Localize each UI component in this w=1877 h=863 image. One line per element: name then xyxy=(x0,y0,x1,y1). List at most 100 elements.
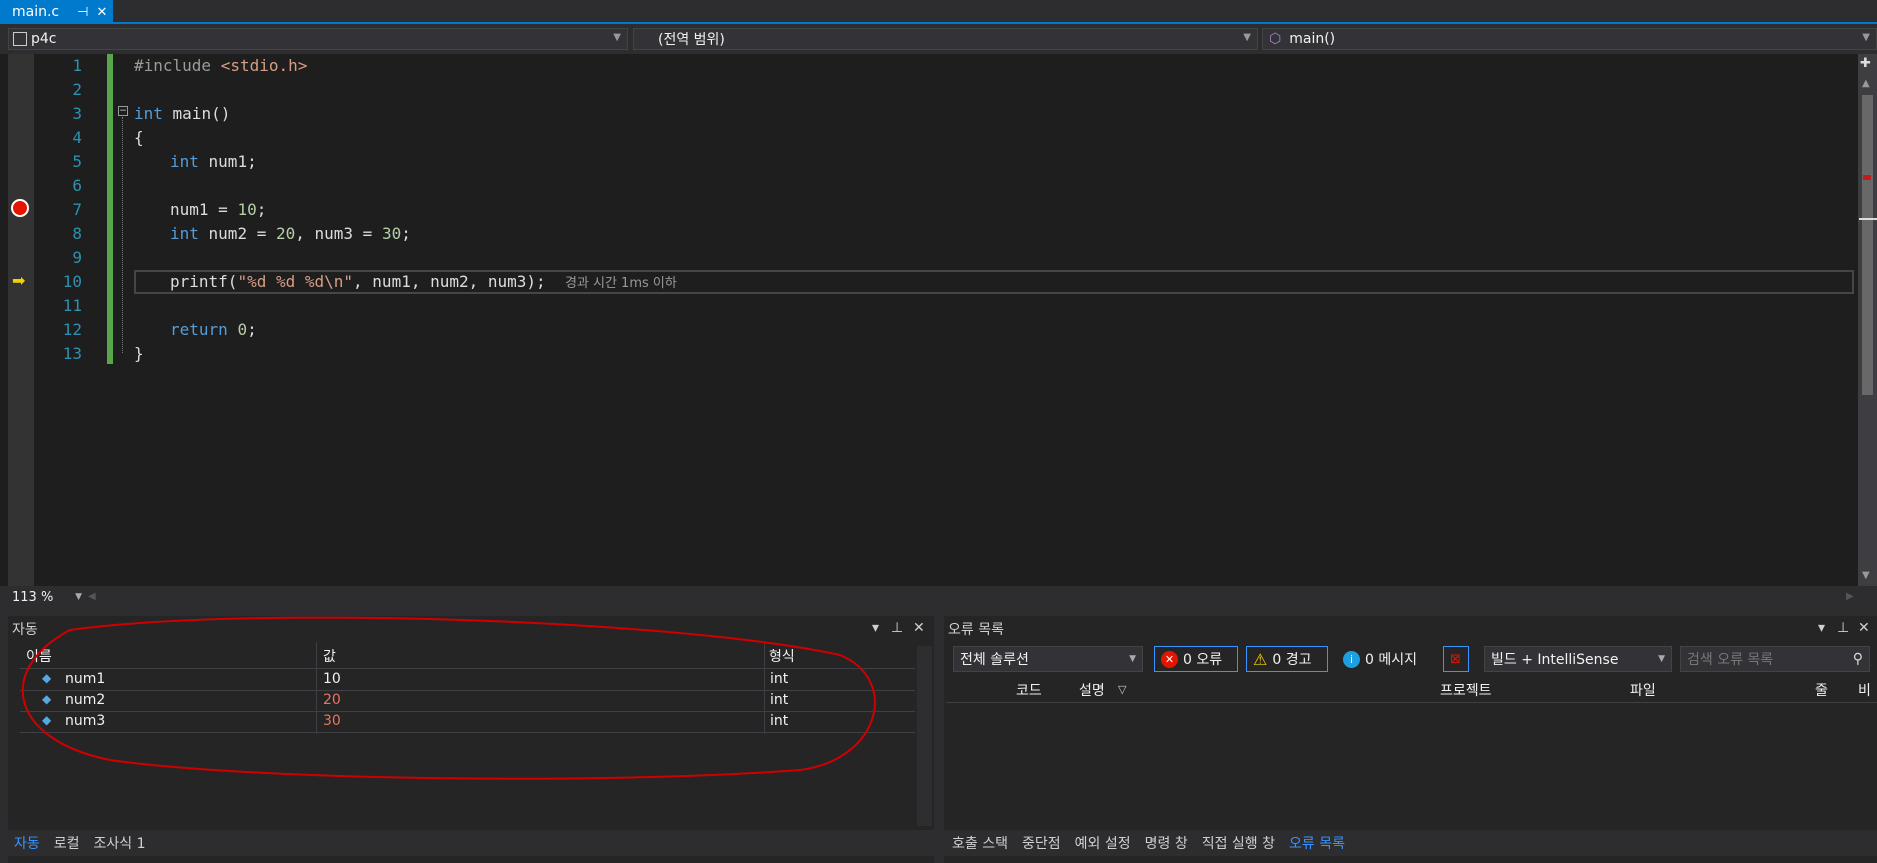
outline-guide xyxy=(122,117,123,353)
function-icon: ⬡ xyxy=(1269,31,1282,47)
scroll-left-icon[interactable]: ◀ xyxy=(88,591,96,602)
chevron-down-icon: ▼ xyxy=(1862,32,1870,43)
tab-command-window[interactable]: 명령 창 xyxy=(1145,833,1188,853)
tab-immediate-window[interactable]: 직접 실행 창 xyxy=(1202,833,1275,853)
warnings-count: 0 경고 xyxy=(1272,652,1312,668)
line-number: 11 xyxy=(62,296,82,315)
errors-filter-button[interactable]: ✕ 0 오류 xyxy=(1154,646,1238,672)
scope-filter-value: 전체 솔루션 xyxy=(960,652,1029,668)
line-number: 7 xyxy=(72,200,82,219)
tab-watch-1[interactable]: 조사식 1 xyxy=(94,833,146,853)
pin-icon[interactable]: ⊥ xyxy=(1837,620,1849,636)
autos-bottom-tabs: 자동 로컬 조사식 1 xyxy=(8,830,934,856)
column-header-file[interactable]: 파일 xyxy=(1630,680,1656,700)
scope-filter-combo[interactable]: 전체 솔루션 ▼ xyxy=(953,646,1143,672)
line-number: 9 xyxy=(72,248,82,267)
project-combo[interactable]: p4c ▼ xyxy=(8,28,628,50)
line-number: 8 xyxy=(72,224,82,243)
error-bottom-tabs: 호출 스택 중단점 예외 설정 명령 창 직접 실행 창 오류 목록 xyxy=(944,830,1877,856)
document-tab-bar xyxy=(0,0,1877,24)
scope-combo[interactable]: (전역 범위) ▼ xyxy=(633,28,1258,50)
code-line-1: #include <stdio.h> xyxy=(134,56,308,75)
line-number: 5 xyxy=(72,152,82,171)
column-header-description[interactable]: 설명 xyxy=(1079,680,1105,700)
column-header-line[interactable]: 줄 xyxy=(1815,680,1828,700)
chevron-down-icon: ▼ xyxy=(1658,654,1665,664)
pin-icon[interactable]: ⊣ xyxy=(77,5,88,20)
editor-status-strip xyxy=(0,586,1877,608)
collapse-icon[interactable]: − xyxy=(118,106,128,116)
chevron-down-icon: ▼ xyxy=(613,32,621,43)
close-icon[interactable]: ✕ xyxy=(1858,620,1870,636)
scroll-up-icon[interactable]: ▲ xyxy=(1862,78,1870,89)
project-icon xyxy=(13,32,27,46)
glyph-margin[interactable] xyxy=(8,54,34,586)
info-icon: i xyxy=(1343,650,1360,668)
line-number: 4 xyxy=(72,128,82,147)
error-search-input[interactable]: 검색 오류 목록 ⚲ xyxy=(1680,646,1870,672)
annotation-circle xyxy=(21,616,876,780)
filter-icon: ⊠ xyxy=(1450,651,1461,667)
code-line-10: printf("%d %d %d\n", num1, num2, num3); … xyxy=(170,272,677,291)
line-number: 10 xyxy=(62,272,82,291)
function-combo[interactable]: ⬡ main() ▼ xyxy=(1262,28,1877,50)
tab-breakpoints[interactable]: 중단점 xyxy=(1022,833,1061,853)
dropdown-icon[interactable]: ▾ xyxy=(1818,620,1825,636)
close-icon[interactable]: ✕ xyxy=(96,5,107,20)
code-line-13: } xyxy=(134,344,144,363)
breakpoint-icon[interactable] xyxy=(11,199,29,217)
scrollbar-thumb[interactable] xyxy=(1862,95,1873,395)
messages-filter-button[interactable]: i 0 메시지 xyxy=(1336,646,1436,672)
instruction-pointer-icon: ➡ xyxy=(12,271,26,290)
panel-title: 오류 목록 xyxy=(948,622,1004,638)
code-line-8: int num2 = 20, num3 = 30; xyxy=(170,224,411,243)
zoom-combo[interactable]: 113 % ▼ xyxy=(8,588,84,606)
code-line-7: num1 = 10; xyxy=(170,200,267,219)
warnings-filter-button[interactable]: ⚠ 0 경고 xyxy=(1246,646,1328,672)
tab-error-list[interactable]: 오류 목록 xyxy=(1289,833,1345,853)
line-number: 2 xyxy=(72,80,82,99)
build-source-combo[interactable]: 빌드 + IntelliSense ▼ xyxy=(1484,646,1672,672)
column-header-project[interactable]: 프로젝트 xyxy=(1440,680,1492,700)
code-line-5: int num1; xyxy=(170,152,257,171)
tab-title: main.c xyxy=(12,4,60,20)
sort-desc-icon: ▽ xyxy=(1118,683,1127,696)
scroll-down-icon[interactable]: ▼ xyxy=(1862,570,1870,581)
code-line-4: { xyxy=(134,128,144,147)
line-number: 3 xyxy=(72,104,82,123)
search-placeholder: 검색 오류 목록 xyxy=(1687,652,1774,668)
tab-call-stack[interactable]: 호출 스택 xyxy=(952,833,1008,853)
line-number: 12 xyxy=(62,320,82,339)
line-number: 13 xyxy=(62,344,82,363)
project-name: p4c xyxy=(31,31,57,47)
error-icon: ✕ xyxy=(1161,650,1178,668)
code-line-12: return 0; xyxy=(170,320,257,339)
change-tracking-bar xyxy=(107,54,113,364)
chevron-down-icon: ▼ xyxy=(1243,32,1251,43)
tab-main-c[interactable]: main.c ⊣ ✕ xyxy=(0,0,113,24)
tab-autos[interactable]: 자동 xyxy=(14,833,40,853)
scope-name: (전역 범위) xyxy=(658,32,725,48)
filter-button[interactable]: ⊠ xyxy=(1443,646,1469,672)
warning-icon: ⚠ xyxy=(1253,649,1268,669)
zoom-level: 113 % xyxy=(12,589,54,605)
caret-marker xyxy=(1859,218,1877,220)
breakpoint-marker xyxy=(1863,175,1871,180)
line-number: 1 xyxy=(72,56,82,75)
perf-tip[interactable]: 경과 시간 1ms 이하 xyxy=(565,276,677,291)
column-header-code[interactable]: 코드 xyxy=(1016,680,1042,700)
search-icon[interactable]: ⚲ xyxy=(1853,651,1863,667)
line-number: 6 xyxy=(72,176,82,195)
close-icon[interactable]: ✕ xyxy=(913,620,925,636)
scroll-right-icon[interactable]: ▶ xyxy=(1846,591,1854,602)
split-icon[interactable]: ✚ xyxy=(1860,56,1871,71)
chevron-down-icon: ▼ xyxy=(75,592,82,602)
code-line-3: int main() xyxy=(134,104,231,123)
messages-count: 0 메시지 xyxy=(1365,652,1417,668)
column-header-suppression[interactable]: 비 xyxy=(1858,680,1871,700)
tab-locals[interactable]: 로컬 xyxy=(54,833,80,853)
autos-scrollbar[interactable] xyxy=(917,646,932,826)
tab-exception-settings[interactable]: 예외 설정 xyxy=(1075,833,1131,853)
build-source-value: 빌드 + IntelliSense xyxy=(1491,652,1619,668)
code-editor[interactable] xyxy=(0,54,1877,586)
